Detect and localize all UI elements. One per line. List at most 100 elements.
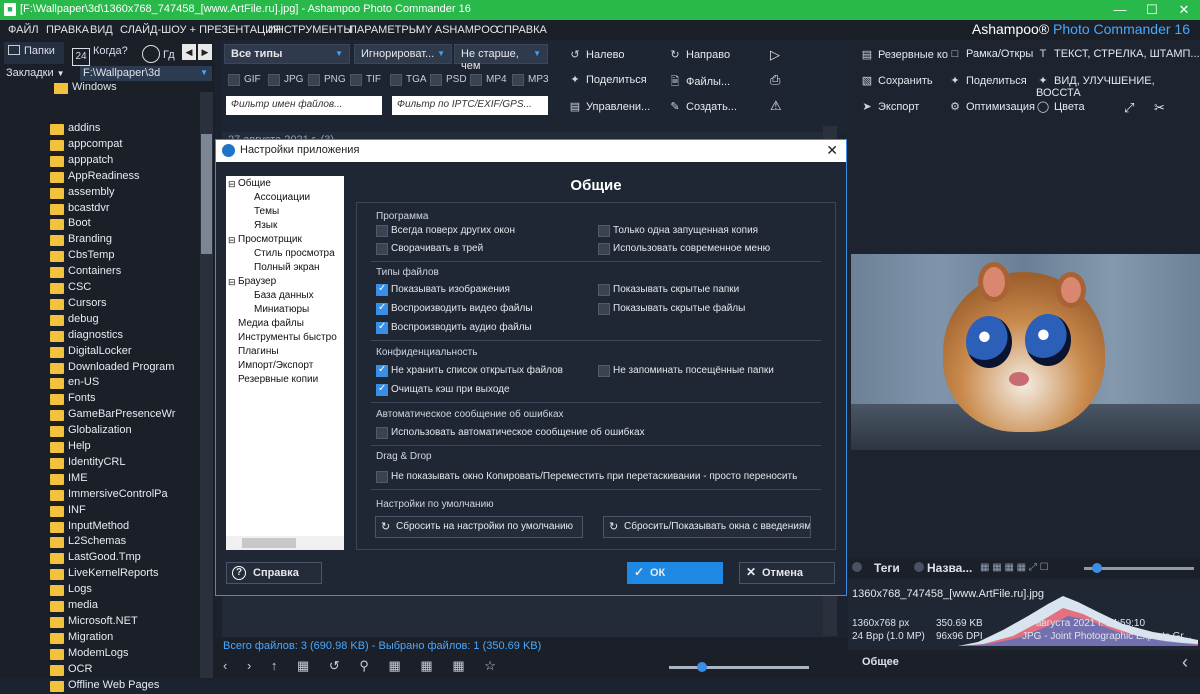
settings-nav-item[interactable]: Резервные копии	[238, 374, 318, 385]
play-video-option[interactable]: Воспроизводить видео файлы	[376, 302, 533, 315]
cancel-button[interactable]: ✕ Отмена	[739, 562, 835, 584]
no-recent-list-checkbox[interactable]	[376, 364, 388, 377]
auto-error-report-option[interactable]: Использовать автоматическое сообщение об…	[376, 427, 645, 439]
files-button[interactable]: 🗎 Файлы...	[668, 73, 731, 91]
play-audio-option[interactable]: Воспроизводить аудио файлы	[376, 321, 532, 334]
folder-item[interactable]: CSC	[50, 281, 91, 296]
folder-tree-scrollbar[interactable]	[200, 92, 213, 678]
single-instance-option[interactable]: Только одна запущенная копия	[598, 225, 758, 237]
zoom-slider-thumb[interactable]	[1092, 563, 1102, 573]
show-images-option[interactable]: Показывать изображения	[376, 283, 510, 296]
folder-item[interactable]: Microsoft.NET	[50, 615, 138, 630]
settings-nav-item[interactable]: Плагины	[238, 346, 279, 357]
pdf-icon[interactable]: ⚠	[770, 98, 782, 116]
show-hidden-files-checkbox[interactable]	[598, 303, 610, 315]
folder-item[interactable]: LastGood.Tmp	[50, 551, 141, 566]
close-window-button[interactable]: ✕	[1168, 0, 1200, 20]
optimize-button[interactable]: ⚙ Оптимизация	[948, 100, 1035, 118]
maximize-button[interactable]: ☐	[1136, 0, 1168, 20]
folder-item[interactable]: Globalization	[50, 424, 132, 439]
folder-item[interactable]: AppReadiness	[50, 170, 140, 185]
clear-cache-checkbox[interactable]	[376, 383, 388, 396]
reset-intro-button[interactable]: ↻ Сбросить/Показывать окна с введениями	[603, 516, 811, 538]
name-radio[interactable]	[914, 562, 924, 572]
ignore-dropdown[interactable]: Игнорироват...	[354, 44, 452, 64]
rotate-left-button[interactable]: ↺ Налево	[568, 48, 624, 66]
collapse-icon[interactable]: ⊟	[228, 277, 236, 288]
colors-button[interactable]: ◯ Цвета	[1036, 100, 1085, 118]
auto-error-report-checkbox[interactable]	[376, 427, 388, 439]
folder-item[interactable]: ImmersiveControlPa	[50, 488, 168, 503]
menu-tools[interactable]: ИНСТРУМЕНТЫ	[268, 24, 353, 36]
share-right-button[interactable]: ✦ Поделиться	[948, 74, 1026, 92]
modern-menu-checkbox[interactable]	[598, 243, 610, 255]
settings-nav-item[interactable]: Полный экран	[254, 262, 320, 273]
ok-button[interactable]: ✓ ОК	[627, 562, 723, 584]
folder-item[interactable]: debug	[50, 313, 99, 328]
create-button[interactable]: ✎ Создать...	[668, 100, 737, 118]
rotate-right-button[interactable]: ↻ Направо	[668, 48, 730, 66]
tab-where[interactable]: Гд	[140, 42, 186, 64]
folder-item[interactable]: IdentityCRL	[50, 456, 125, 471]
folder-item[interactable]: Cursors	[50, 297, 107, 312]
psd-checkbox[interactable]	[430, 74, 442, 86]
settings-nav-item[interactable]: Стиль просмотра	[254, 248, 335, 259]
frame-button[interactable]: □ Рамка/Откры	[948, 48, 1034, 66]
folder-item[interactable]: media	[50, 599, 98, 614]
folder-item[interactable]: LiveKernelReports	[50, 567, 159, 582]
menu-file[interactable]: ФАЙЛ	[8, 24, 39, 36]
settings-nav-item[interactable]: Импорт/Экспорт	[238, 360, 313, 371]
folder-item[interactable]: addins	[50, 122, 100, 137]
folder-item[interactable]: DigitalLocker	[50, 345, 132, 360]
type-filter-dropdown[interactable]: Все типы	[224, 44, 350, 64]
folder-item[interactable]: OCR	[50, 663, 92, 678]
dialog-close-button[interactable]: ✕	[826, 142, 838, 159]
image-preview[interactable]	[851, 254, 1200, 450]
clear-cache-option[interactable]: Очищать кэш при выходе	[376, 383, 510, 396]
settings-nav-item[interactable]: Миниатюры	[254, 304, 309, 315]
settings-nav-item[interactable]: Темы	[254, 206, 279, 217]
folder-item[interactable]: Offline Web Pages	[50, 679, 159, 694]
folder-item[interactable]: diagnostics	[50, 329, 123, 344]
backup-button[interactable]: ▤ Резервные ко	[860, 48, 948, 66]
show-hidden-folders-checkbox[interactable]	[598, 284, 610, 296]
folder-item[interactable]: Migration	[50, 631, 113, 646]
folder-item[interactable]: en-US	[50, 376, 99, 391]
folder-item[interactable]: bcastdvr	[50, 202, 110, 217]
zoom-slider[interactable]	[1084, 563, 1194, 573]
folder-item[interactable]: Logs	[50, 583, 92, 598]
settings-nav-item[interactable]: Ассоциации	[254, 192, 310, 203]
tif-checkbox[interactable]	[350, 74, 362, 86]
no-remember-folders-option[interactable]: Не запоминать посещённые папки	[598, 365, 774, 377]
gif-checkbox[interactable]	[228, 74, 240, 86]
manage-button[interactable]: ▤ Управлени...	[568, 100, 650, 118]
show-hidden-folders-option[interactable]: Показывать скрытые папки	[598, 284, 739, 296]
menu-options[interactable]: ПАРАМЕТРЫ	[349, 24, 418, 36]
settings-nav-item[interactable]: Общие	[238, 178, 271, 189]
png-checkbox[interactable]	[308, 74, 320, 86]
export-button[interactable]: ➤ Экспорт	[860, 100, 919, 118]
slideshow-icon[interactable]: ▷	[770, 47, 780, 65]
single-instance-checkbox[interactable]	[598, 225, 610, 237]
help-button[interactable]: ? Справка	[226, 562, 322, 584]
folder-item[interactable]: L2Schemas	[50, 535, 126, 550]
print-icon[interactable]: ⎙	[770, 72, 780, 90]
filename-filter-input[interactable]: Фильтр имен файлов...	[226, 96, 382, 115]
tab-when[interactable]: 24 Когда?	[70, 42, 136, 66]
no-recent-list-option[interactable]: Не хранить список открытых файлов	[376, 364, 563, 377]
folder-item[interactable]: ModemLogs	[50, 647, 129, 662]
crop-icon[interactable]: ✂	[1154, 100, 1165, 118]
play-video-checkbox[interactable]	[376, 302, 388, 315]
mp4-checkbox[interactable]	[470, 74, 482, 86]
iptc-filter-input[interactable]: Фильтр по IPTC/EXIF/GPS...	[392, 96, 548, 115]
folder-item[interactable]: Branding	[50, 233, 112, 248]
no-copy-dialog-checkbox[interactable]	[376, 471, 388, 483]
folder-item[interactable]: Boot	[50, 217, 91, 232]
age-dropdown[interactable]: Не старше, чем	[454, 44, 548, 72]
folder-item[interactable]: Downloaded Program	[50, 361, 174, 376]
share-button[interactable]: ✦ Поделиться	[568, 73, 646, 91]
tags-radio[interactable]	[852, 562, 862, 572]
collapse-icon[interactable]: ⊟	[228, 235, 236, 246]
folder-item[interactable]: assembly	[50, 186, 114, 201]
no-copy-dialog-option[interactable]: Не показывать окно Копировать/Переместит…	[376, 471, 797, 483]
